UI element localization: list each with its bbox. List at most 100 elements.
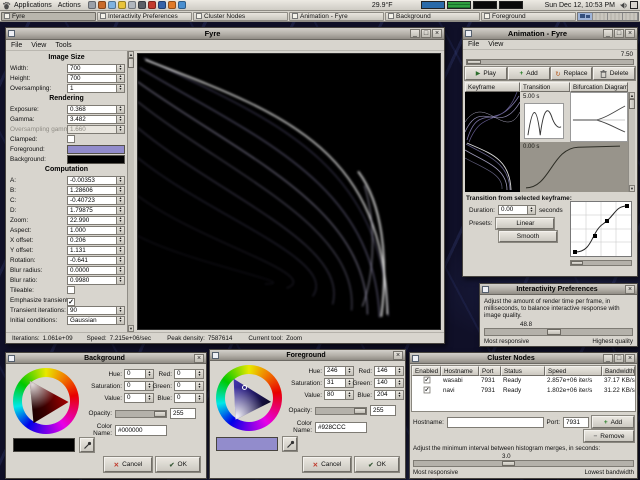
eyedropper-button[interactable] <box>80 438 94 452</box>
scrollbar-thumb[interactable] <box>128 58 134 68</box>
tray-box[interactable] <box>630 1 638 9</box>
hostname-input[interactable] <box>447 417 544 428</box>
workspace-1[interactable] <box>578 13 593 20</box>
hue-spinner[interactable]: 246 <box>324 366 354 376</box>
launcher-icon-4[interactable] <box>118 1 126 9</box>
background-color-button[interactable] <box>67 155 125 164</box>
background-titlebar[interactable]: Background × <box>6 353 206 364</box>
launcher-icon-10[interactable] <box>178 1 186 9</box>
launcher-icon-6[interactable] <box>138 1 146 9</box>
opacity-slider[interactable] <box>115 410 167 418</box>
scroll-up-icon[interactable]: ▲ <box>629 92 635 99</box>
cancel-button[interactable]: ✕Cancel <box>303 457 351 472</box>
hue-spinner[interactable]: 0 <box>124 369 154 379</box>
add-node-button[interactable]: +Add <box>592 416 634 428</box>
applications-menu[interactable]: Applications <box>11 2 55 9</box>
opacity-value[interactable]: 255 <box>370 405 396 416</box>
cluster-titlebar[interactable]: Cluster Nodes _□× <box>410 353 637 364</box>
column-keyframe[interactable]: Keyframe <box>465 82 520 92</box>
menu-view[interactable]: View <box>31 42 46 49</box>
timeline-slider[interactable] <box>466 59 634 65</box>
opacity-value[interactable]: 255 <box>170 408 196 419</box>
value-spinner[interactable]: 80 <box>324 390 354 400</box>
close-button[interactable]: × <box>625 29 635 38</box>
replace-button[interactable]: ↻Replace <box>551 67 593 80</box>
maximize-button[interactable]: □ <box>421 29 431 38</box>
foreground-titlebar[interactable]: Foreground × <box>210 350 405 361</box>
a-spinner[interactable]: -0.00353 <box>67 176 125 185</box>
scrollbar-thumb[interactable] <box>629 99 635 109</box>
timeline-slider-thumb[interactable] <box>467 60 481 64</box>
aspect-spinner[interactable]: 1.000 <box>67 226 125 235</box>
column-enabled[interactable]: Enabled <box>412 366 441 376</box>
launcher-icon-8[interactable] <box>158 1 166 9</box>
green-spinner[interactable]: 0 <box>174 381 204 391</box>
node-row-navi[interactable]: navi 7931 Ready 1.802e+06 iter/s 31.22 K… <box>412 386 635 396</box>
ok-button[interactable]: ✔OK <box>156 457 200 472</box>
weather-applet[interactable]: 29.9°F <box>372 2 393 9</box>
saturation-spinner[interactable]: 0 <box>124 381 154 391</box>
color-wheel[interactable] <box>13 368 79 434</box>
remove-node-button[interactable]: −Remove <box>584 430 634 442</box>
slider-thumb[interactable] <box>547 329 561 335</box>
red-spinner[interactable]: 0 <box>174 369 204 379</box>
merge-interval-slider[interactable] <box>413 460 634 467</box>
animation-titlebar[interactable]: Animation - Fyre _□× <box>463 28 637 40</box>
menu-view[interactable]: View <box>488 41 503 48</box>
render-time-slider[interactable] <box>484 328 633 336</box>
color-name-input[interactable]: #928CCC <box>315 422 367 433</box>
cancel-button[interactable]: ✕Cancel <box>104 457 152 472</box>
taskbar-item-fyre[interactable]: Fyre <box>1 12 96 21</box>
foreground-color-button[interactable] <box>67 145 125 154</box>
actions-menu[interactable]: Actions <box>55 2 84 9</box>
exposure-spinner[interactable]: 0.368 <box>67 105 125 114</box>
saturation-spinner[interactable]: 31 <box>324 378 354 388</box>
port-input[interactable]: 7931 <box>563 417 589 428</box>
d-spinner[interactable]: 1.79875 <box>67 206 125 215</box>
y-offset-spinner[interactable]: 1.131 <box>67 246 125 255</box>
taskbar-item-interactivity[interactable]: Interactivity Preferences <box>97 12 192 21</box>
menu-file[interactable]: File <box>11 42 22 49</box>
slider-thumb[interactable] <box>354 408 366 414</box>
scrollbar-thumb[interactable] <box>571 261 583 265</box>
enabled-checkbox[interactable] <box>423 387 430 394</box>
taskbar-item-foreground[interactable]: Foreground <box>481 12 576 21</box>
scroll-down-icon[interactable]: ▼ <box>128 325 134 332</box>
workspace-2[interactable] <box>593 13 608 20</box>
b-spinner[interactable]: 1.28606 <box>67 186 125 195</box>
c-spinner[interactable]: -0.40723 <box>67 196 125 205</box>
slider-thumb[interactable] <box>502 461 515 466</box>
node-row-wasabi[interactable]: wasabi 7931 Ready 2.857e+06 iter/s 37.17… <box>412 376 635 386</box>
column-transition[interactable]: Transition <box>520 82 570 92</box>
blue-spinner[interactable]: 0 <box>174 393 204 403</box>
green-spinner[interactable]: 140 <box>374 378 404 388</box>
interactivity-titlebar[interactable]: Interactivity Preferences × <box>480 284 637 295</box>
workspace-4[interactable] <box>623 13 638 20</box>
column-status[interactable]: Status <box>501 366 545 376</box>
monitor-applet-blue[interactable] <box>421 1 445 9</box>
column-bandwidth[interactable]: Bandwidth <box>602 366 635 376</box>
delete-button[interactable]: Delete <box>593 67 635 80</box>
monitor-applet-green[interactable] <box>447 1 471 9</box>
minimize-button[interactable]: _ <box>603 29 613 38</box>
column-hostname[interactable]: Hostname <box>441 366 479 376</box>
keyframe-list-scrollbar[interactable]: ▲ ▼ <box>628 92 635 192</box>
oversampling-spinner[interactable]: 1 <box>67 84 125 93</box>
launcher-icon-3[interactable] <box>108 1 116 9</box>
monitor-applet-black-2[interactable] <box>499 1 523 9</box>
monitor-applet-black-1[interactable] <box>473 1 497 9</box>
menu-file[interactable]: File <box>468 41 479 48</box>
value-spinner[interactable]: 0 <box>124 393 154 403</box>
keyframe-row-1[interactable]: 5.00 s <box>465 92 628 142</box>
initial-conditions-dropdown[interactable]: Gaussian <box>67 316 125 325</box>
blur-radius-spinner[interactable]: 0.0000 <box>67 266 125 275</box>
menu-tools[interactable]: Tools <box>55 42 71 49</box>
gnome-foot-icon[interactable] <box>2 1 11 10</box>
red-spinner[interactable]: 146 <box>374 366 404 376</box>
close-button[interactable]: × <box>625 285 635 294</box>
scroll-down-icon[interactable]: ▼ <box>629 185 635 192</box>
color-name-input[interactable]: #000000 <box>115 425 167 436</box>
duration-spinner[interactable]: 0.00 <box>498 205 536 215</box>
curve-editor[interactable] <box>570 201 632 257</box>
column-speed[interactable]: Speed <box>545 366 602 376</box>
